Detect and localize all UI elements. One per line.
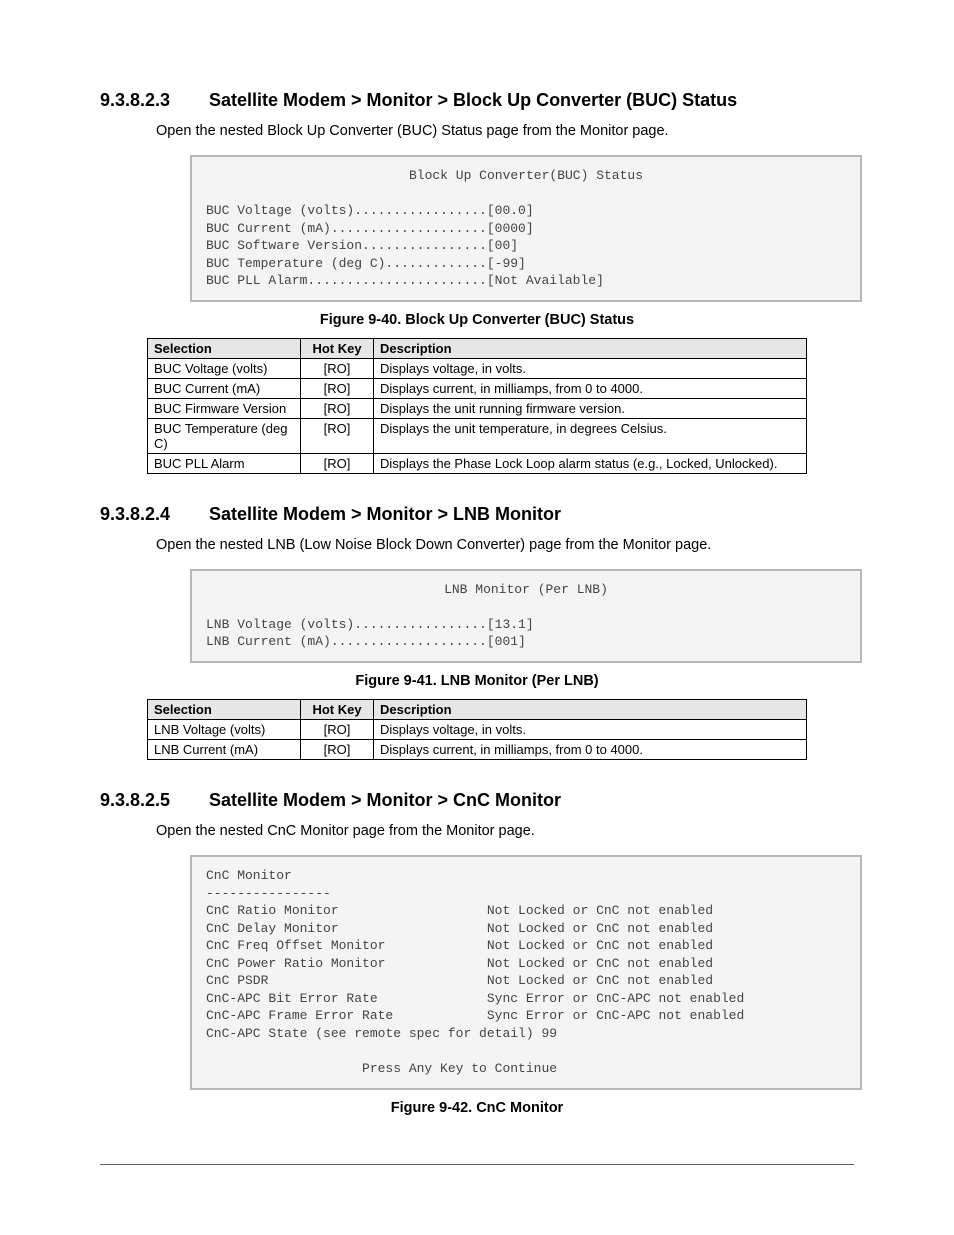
- section-intro: Open the nested Block Up Converter (BUC)…: [156, 123, 854, 139]
- td-hk: [RO]: [301, 398, 374, 418]
- terminal-line: BUC PLL Alarm.......................[Not…: [206, 273, 604, 288]
- th-selection: Selection: [148, 700, 301, 720]
- td-hk: [RO]: [301, 358, 374, 378]
- table-lnb: Selection Hot Key Description LNB Voltag…: [147, 699, 807, 760]
- th-description: Description: [374, 700, 807, 720]
- section-title: Satellite Modem > Monitor > LNB Monitor: [209, 504, 561, 524]
- th-hotkey: Hot Key: [301, 338, 374, 358]
- terminal-line: CnC Freq Offset Monitor Not Locked or Cn…: [206, 938, 713, 953]
- table-row: BUC Current (mA)[RO]Displays current, in…: [148, 378, 807, 398]
- td-sel: BUC Current (mA): [148, 378, 301, 398]
- terminal-line: BUC Software Version................[00]: [206, 238, 518, 253]
- terminal-lnb: LNB Monitor (Per LNB) LNB Voltage (volts…: [190, 569, 862, 663]
- terminal-title: Block Up Converter(BUC) Status: [206, 167, 846, 185]
- terminal-line: Press Any Key to Continue: [206, 1061, 557, 1076]
- td-sel: BUC PLL Alarm: [148, 453, 301, 473]
- table-row: BUC Firmware Version[RO]Displays the uni…: [148, 398, 807, 418]
- td-sel: LNB Current (mA): [148, 740, 301, 760]
- figure-caption: Figure 9-41. LNB Monitor (Per LNB): [100, 673, 854, 689]
- table-header-row: Selection Hot Key Description: [148, 700, 807, 720]
- td-hk: [RO]: [301, 453, 374, 473]
- section-number: 9.3.8.2.5: [100, 790, 204, 811]
- th-selection: Selection: [148, 338, 301, 358]
- section-heading-buc: 9.3.8.2.3 Satellite Modem > Monitor > Bl…: [100, 90, 854, 111]
- td-sel: LNB Voltage (volts): [148, 720, 301, 740]
- section-number: 9.3.8.2.3: [100, 90, 204, 111]
- td-hk: [RO]: [301, 740, 374, 760]
- td-hk: [RO]: [301, 418, 374, 453]
- terminal-line: CnC PSDR Not Locked or CnC not enabled: [206, 973, 713, 988]
- td-desc: Displays the unit running firmware versi…: [374, 398, 807, 418]
- footer-rule: [100, 1164, 854, 1165]
- td-hk: [RO]: [301, 720, 374, 740]
- table-row: LNB Current (mA)[RO]Displays current, in…: [148, 740, 807, 760]
- terminal-line: CnC Delay Monitor Not Locked or CnC not …: [206, 921, 713, 936]
- terminal-cnc: CnC Monitor ---------------- CnC Ratio M…: [190, 855, 862, 1090]
- section-heading-cnc: 9.3.8.2.5 Satellite Modem > Monitor > Cn…: [100, 790, 854, 811]
- th-hotkey: Hot Key: [301, 700, 374, 720]
- table-row: LNB Voltage (volts)[RO]Displays voltage,…: [148, 720, 807, 740]
- terminal-line: LNB Voltage (volts).................[13.…: [206, 617, 534, 632]
- td-sel: BUC Voltage (volts): [148, 358, 301, 378]
- section-title: Satellite Modem > Monitor > Block Up Con…: [209, 90, 737, 110]
- figure-caption: Figure 9-40. Block Up Converter (BUC) St…: [100, 312, 854, 328]
- table-buc: Selection Hot Key Description BUC Voltag…: [147, 338, 807, 474]
- figure-caption: Figure 9-42. CnC Monitor: [100, 1100, 854, 1116]
- terminal-line: BUC Voltage (volts).................[00.…: [206, 203, 534, 218]
- terminal-buc: Block Up Converter(BUC) Status BUC Volta…: [190, 155, 862, 302]
- terminal-line: LNB Current (mA)....................[001…: [206, 634, 526, 649]
- table-row: BUC PLL Alarm[RO]Displays the Phase Lock…: [148, 453, 807, 473]
- section-heading-lnb: 9.3.8.2.4 Satellite Modem > Monitor > LN…: [100, 504, 854, 525]
- terminal-line: BUC Current (mA)....................[000…: [206, 221, 534, 236]
- terminal-line: CnC Power Ratio Monitor Not Locked or Cn…: [206, 956, 713, 971]
- terminal-line: CnC Monitor: [206, 868, 292, 883]
- section-intro: Open the nested CnC Monitor page from th…: [156, 823, 854, 839]
- terminal-line: CnC-APC State (see remote spec for detai…: [206, 1026, 557, 1041]
- table-header-row: Selection Hot Key Description: [148, 338, 807, 358]
- terminal-line: CnC-APC Bit Error Rate Sync Error or CnC…: [206, 991, 744, 1006]
- terminal-line: CnC Ratio Monitor Not Locked or CnC not …: [206, 903, 713, 918]
- th-description: Description: [374, 338, 807, 358]
- td-sel: BUC Firmware Version: [148, 398, 301, 418]
- td-desc: Displays current, in milliamps, from 0 t…: [374, 740, 807, 760]
- terminal-line: BUC Temperature (deg C).............[-99…: [206, 256, 526, 271]
- td-desc: Displays voltage, in volts.: [374, 720, 807, 740]
- td-desc: Displays voltage, in volts.: [374, 358, 807, 378]
- td-desc: Displays current, in milliamps, from 0 t…: [374, 378, 807, 398]
- table-row: BUC Voltage (volts)[RO]Displays voltage,…: [148, 358, 807, 378]
- td-sel: BUC Temperature (deg C): [148, 418, 301, 453]
- terminal-line: ----------------: [206, 886, 331, 901]
- terminal-line: CnC-APC Frame Error Rate Sync Error or C…: [206, 1008, 744, 1023]
- section-title: Satellite Modem > Monitor > CnC Monitor: [209, 790, 561, 810]
- section-intro: Open the nested LNB (Low Noise Block Dow…: [156, 537, 854, 553]
- td-desc: Displays the Phase Lock Loop alarm statu…: [374, 453, 807, 473]
- table-row: BUC Temperature (deg C)[RO]Displays the …: [148, 418, 807, 453]
- td-hk: [RO]: [301, 378, 374, 398]
- terminal-title: LNB Monitor (Per LNB): [206, 581, 846, 599]
- td-desc: Displays the unit temperature, in degree…: [374, 418, 807, 453]
- section-number: 9.3.8.2.4: [100, 504, 204, 525]
